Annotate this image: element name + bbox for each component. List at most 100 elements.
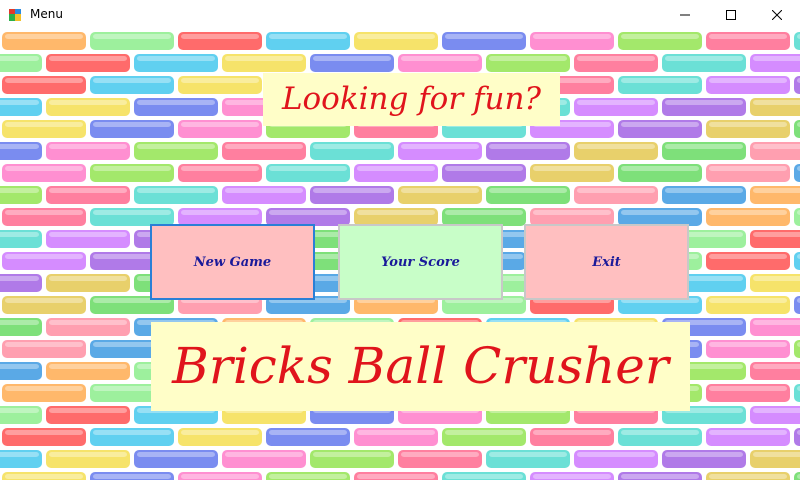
maximize-button[interactable] xyxy=(708,0,754,30)
brick-highlight xyxy=(93,430,171,435)
brick-highlight xyxy=(753,232,800,237)
exit-button[interactable]: Exit xyxy=(524,224,689,300)
your-score-button[interactable]: Your Score xyxy=(338,224,503,300)
brick-highlight xyxy=(0,408,39,413)
brick-highlight xyxy=(401,452,479,457)
brick-highlight xyxy=(137,452,215,457)
brick-highlight xyxy=(533,166,611,171)
brick-highlight xyxy=(621,166,699,171)
brick-highlight xyxy=(445,34,523,39)
new-game-button[interactable]: New Game xyxy=(150,224,315,300)
header-label: Looking for fun? xyxy=(263,73,560,126)
close-button[interactable] xyxy=(754,0,800,30)
brick-highlight xyxy=(269,474,347,479)
brick-highlight xyxy=(49,188,127,193)
brick-highlight xyxy=(357,34,435,39)
brick-highlight xyxy=(401,56,479,61)
brick-highlight xyxy=(5,166,83,171)
brick-highlight xyxy=(0,320,39,325)
brick-highlight xyxy=(225,56,303,61)
brick-highlight xyxy=(533,474,611,479)
brick-highlight xyxy=(269,210,347,215)
brick-highlight xyxy=(49,100,127,105)
brick-highlight xyxy=(181,122,259,127)
brick-highlight xyxy=(0,232,39,237)
brick-highlight xyxy=(269,166,347,171)
brick-highlight xyxy=(753,320,800,325)
brick-highlight xyxy=(753,188,800,193)
brick-highlight xyxy=(621,78,699,83)
brick-highlight xyxy=(489,452,567,457)
brick-highlight xyxy=(49,364,127,369)
title-bar[interactable]: Menu xyxy=(0,0,800,30)
brick-highlight xyxy=(93,210,171,215)
close-icon xyxy=(772,10,782,20)
brick-highlight xyxy=(5,78,83,83)
brick-highlight xyxy=(489,188,567,193)
brick-highlight xyxy=(665,56,743,61)
brick-highlight xyxy=(621,34,699,39)
brick-highlight xyxy=(49,320,127,325)
brick-highlight xyxy=(621,210,699,215)
maximize-icon xyxy=(726,10,736,20)
brick-highlight xyxy=(225,452,303,457)
brick-highlight xyxy=(181,34,259,39)
brick-highlight xyxy=(137,100,215,105)
brick-highlight xyxy=(709,254,787,259)
brick-highlight xyxy=(137,56,215,61)
brick-highlight xyxy=(709,122,787,127)
brick-highlight xyxy=(577,56,655,61)
brick-highlight xyxy=(0,56,39,61)
brick-highlight xyxy=(225,144,303,149)
brick-highlight xyxy=(93,166,171,171)
brick-highlight xyxy=(621,474,699,479)
brick-highlight xyxy=(181,474,259,479)
brick-highlight xyxy=(0,144,39,149)
brick-highlight xyxy=(709,78,787,83)
brick-highlight xyxy=(709,342,787,347)
brick-highlight xyxy=(709,34,787,39)
brick-highlight xyxy=(357,430,435,435)
brick-highlight xyxy=(709,386,787,391)
brick-highlight xyxy=(5,386,83,391)
brick-highlight xyxy=(0,452,39,457)
minimize-button[interactable] xyxy=(662,0,708,30)
brick-highlight xyxy=(137,188,215,193)
brick-highlight xyxy=(709,430,787,435)
brick-highlight xyxy=(5,122,83,127)
brick-highlight xyxy=(5,430,83,435)
brick-highlight xyxy=(445,166,523,171)
brick-highlight xyxy=(49,232,127,237)
brick-highlight xyxy=(269,430,347,435)
brick-highlight xyxy=(445,474,523,479)
brick-highlight xyxy=(5,298,83,303)
brick-highlight xyxy=(225,188,303,193)
brick-highlight xyxy=(49,276,127,281)
brick-highlight xyxy=(181,166,259,171)
brick-highlight xyxy=(489,56,567,61)
brick-highlight xyxy=(0,276,39,281)
brick-highlight xyxy=(93,78,171,83)
brick-highlight xyxy=(665,452,743,457)
brick-highlight xyxy=(137,144,215,149)
brick-highlight xyxy=(753,56,800,61)
menu-form: Looking for fun? New Game Your Score Exi… xyxy=(0,30,800,480)
brick-highlight xyxy=(665,100,743,105)
brick-highlight xyxy=(665,144,743,149)
brick-highlight xyxy=(753,364,800,369)
brick-highlight xyxy=(709,474,787,479)
windows-form-icon xyxy=(8,8,22,22)
brick-highlight xyxy=(621,430,699,435)
brick-highlight xyxy=(709,166,787,171)
brick-highlight xyxy=(181,210,259,215)
brick-highlight xyxy=(577,452,655,457)
brick-highlight xyxy=(93,474,171,479)
brick-highlight xyxy=(401,144,479,149)
brick-highlight xyxy=(5,34,83,39)
brick-highlight xyxy=(181,430,259,435)
brick-highlight xyxy=(313,144,391,149)
brick-highlight xyxy=(753,144,800,149)
brick-highlight xyxy=(577,144,655,149)
brick-highlight xyxy=(49,56,127,61)
brick-highlight xyxy=(49,452,127,457)
